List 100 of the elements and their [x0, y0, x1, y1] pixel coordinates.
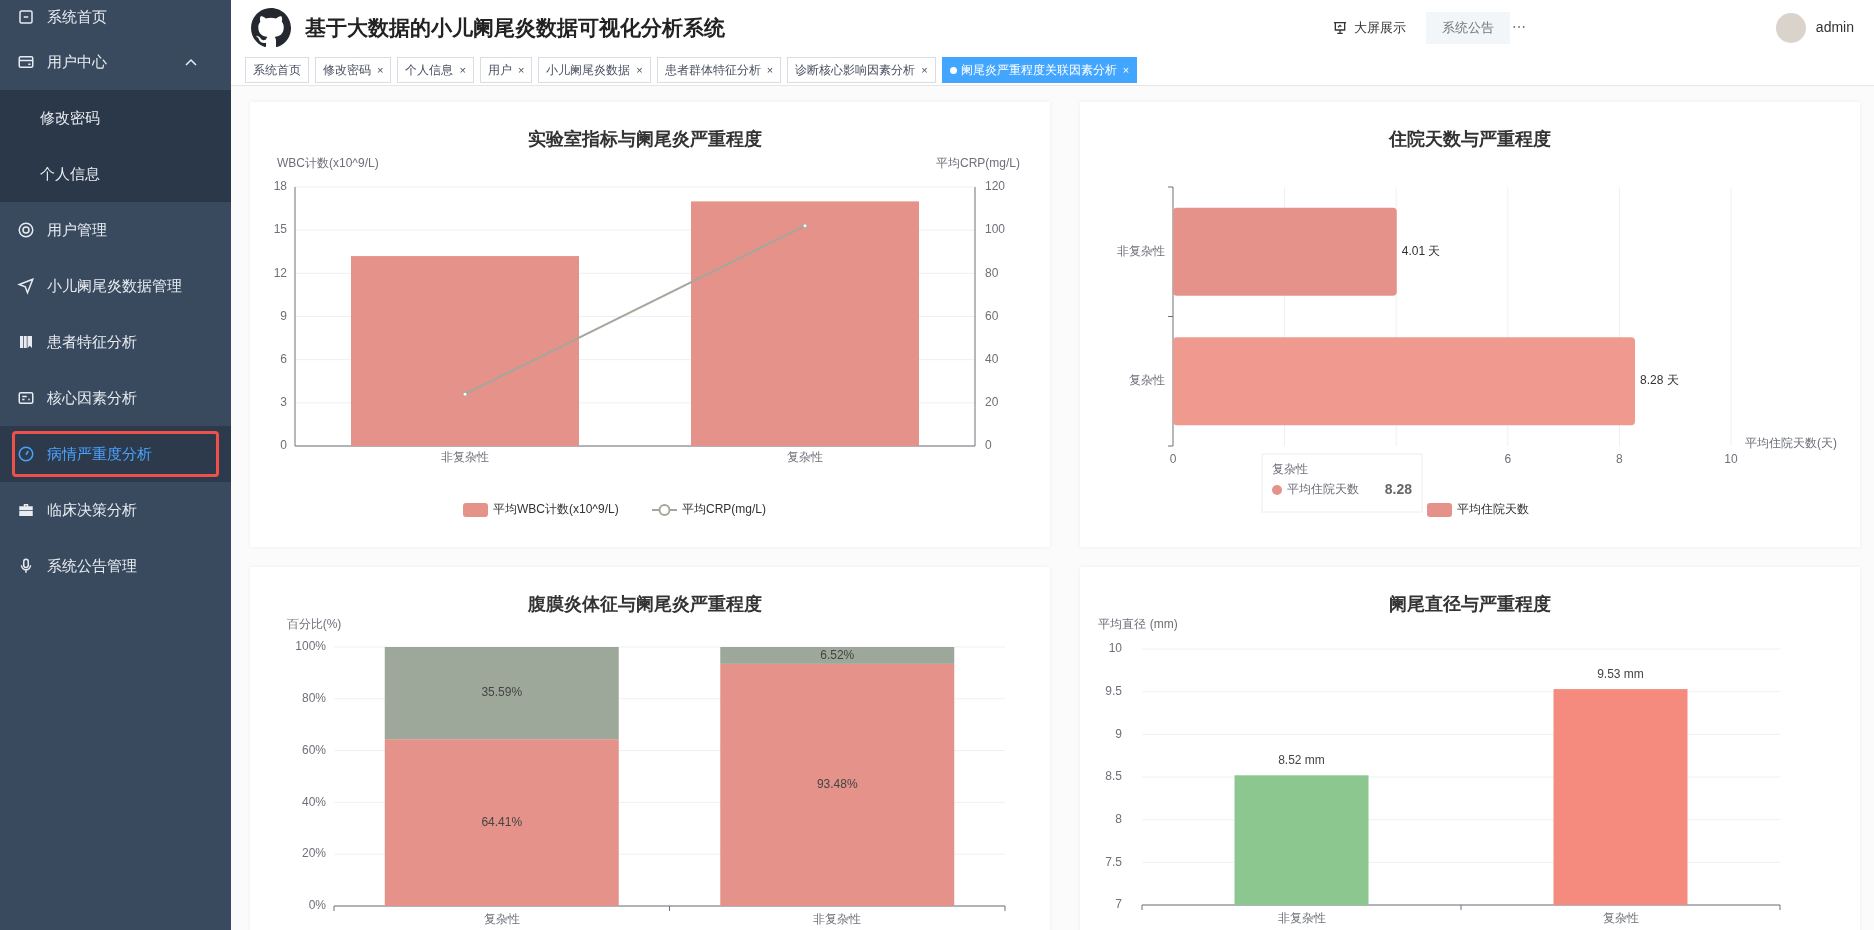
close-icon[interactable]: ×: [377, 61, 384, 79]
axis-tick-label: 60%: [301, 742, 326, 757]
page-tab[interactable]: 患者群体特征分析 ×: [656, 57, 782, 83]
more-button[interactable]: ⋯: [1511, 17, 1526, 38]
selection-highlight-frame: 临床决策分析: [12, 487, 219, 533]
presentation-icon: [1331, 19, 1348, 36]
page-tab[interactable]: 小儿阑尾炎数据 ×: [538, 57, 651, 83]
selection-highlight-frame: 系统公告管理: [12, 543, 219, 589]
briefcase-icon: [17, 501, 35, 519]
selection-highlight-frame: 核心因素分析: [12, 375, 219, 421]
axis-tick-label: 10: [1724, 452, 1738, 467]
axis-tick-label: 9.5: [1105, 683, 1122, 698]
tab-label: 阑尾炎严重程度关联因素分析: [960, 62, 1117, 79]
legend-label: 平均CRP(mg/L): [682, 502, 767, 517]
data-label: 93.48%: [816, 777, 858, 792]
axis-tick-label: 7.5: [1105, 854, 1122, 869]
submenu-item[interactable]: 个人信息: [0, 146, 231, 202]
axis-tick-label: 12: [273, 265, 287, 280]
axis-tick-label: 8.5: [1105, 769, 1122, 784]
legend-item[interactable]: 平均住院天数: [1427, 502, 1529, 517]
page-tab[interactable]: 修改密码 ×: [315, 57, 392, 83]
axis-tick-label: 18: [273, 179, 287, 194]
axis-tick-label: 0%: [308, 898, 326, 913]
axis-category-label: 复杂性: [1602, 911, 1639, 926]
axis-title: 百分比(%): [286, 617, 342, 632]
tooltip-title: 复杂性: [1272, 462, 1308, 477]
app-title: 基于大数据的小儿阑尾炎数据可视化分析系统: [305, 14, 725, 41]
gauge-icon: [17, 445, 35, 463]
axis-title: 平均直径 (mm): [1098, 617, 1178, 632]
axis-tick-label: 9: [280, 308, 287, 323]
axis-tick-label: 100%: [295, 639, 326, 654]
close-icon[interactable]: ×: [921, 61, 928, 79]
axis-tick-label: 3: [280, 395, 287, 409]
id-card-icon: [17, 389, 35, 407]
legend-label: 平均WBC计数(x10^9/L): [493, 502, 619, 517]
sidebar-item[interactable]: 患者特征分析: [0, 314, 231, 370]
submenu-item[interactable]: 修改密码: [0, 90, 231, 146]
selection-highlight-frame: 病情严重度分析: [12, 431, 219, 477]
sidebar-item[interactable]: 病情严重度分析: [0, 426, 231, 482]
axis-tick-label: 120: [985, 179, 1006, 194]
page-tab[interactable]: 用户 ×: [479, 57, 533, 83]
tab-label: 修改密码: [323, 62, 371, 79]
book-icon: [17, 333, 35, 351]
legend-item[interactable]: 平均CRP(mg/L): [651, 502, 766, 517]
close-icon[interactable]: ×: [766, 61, 774, 79]
axis-title: 平均住院天数(天): [1745, 436, 1837, 451]
axis-title: WBC计数(x10^9/L): [277, 156, 379, 171]
axis-tick-label: 80%: [301, 690, 326, 705]
page-tab[interactable]: 诊断核心影响因素分析 ×: [787, 57, 936, 83]
wallet-icon: [17, 53, 35, 71]
legend-item[interactable]: 平均WBC计数(x10^9/L): [463, 502, 619, 517]
tab-label: 个人信息: [405, 62, 454, 79]
axis-category-label: 复杂性: [1129, 373, 1165, 388]
chart-title: 住院天数与严重程度: [1389, 128, 1551, 149]
axis-tick-label: 8: [1616, 452, 1623, 467]
data-label: 9.53 mm: [1597, 667, 1644, 682]
axis-tick-label: 9: [1115, 726, 1122, 741]
axis-tick-label: 10: [1108, 641, 1122, 656]
selection-highlight-frame: 用户中心: [12, 39, 219, 85]
chart-title: 腹膜炎体征与阑尾炎严重程度: [528, 593, 762, 614]
axis-category-label: 非复杂性: [1117, 243, 1165, 258]
legend-label: 平均住院天数: [1457, 502, 1529, 517]
tab-label: 诊断核心影响因素分析: [795, 62, 916, 79]
close-icon[interactable]: ×: [636, 61, 643, 79]
close-icon[interactable]: ×: [459, 61, 466, 79]
lifebuoy-icon: [17, 221, 35, 239]
notice-button[interactable]: 系统公告: [1425, 11, 1510, 44]
sidebar-item[interactable]: 小儿阑尾炎数据管理: [0, 258, 231, 314]
axis-tick-label: 7: [1115, 897, 1122, 912]
chart-title: 阑尾直径与严重程度: [1389, 593, 1551, 614]
selection-highlight-frame: 小儿阑尾炎数据管理: [12, 263, 219, 309]
tooltip-value: 8.28: [1384, 480, 1412, 497]
sidebar-item[interactable]: 用户管理: [0, 202, 231, 258]
axis-tick-label: 15: [273, 222, 287, 237]
data-label: 64.41%: [481, 814, 523, 829]
chart-title: 实验室指标与阑尾炎严重程度: [528, 128, 762, 149]
sidebar-item[interactable]: 系统公告管理: [0, 538, 231, 594]
home-icon: [17, 8, 35, 26]
axis-category-label: 非复杂性: [441, 450, 489, 465]
tooltip-series-name: 平均住院天数: [1287, 482, 1359, 497]
close-icon[interactable]: ×: [517, 61, 525, 79]
axis-tick-label: 60: [985, 308, 999, 323]
data-label: 8.28 天: [1640, 373, 1679, 388]
axis-tick-label: 6: [1504, 452, 1512, 467]
tab-label: 系统首页: [253, 62, 301, 79]
tab-label: 用户: [487, 62, 512, 79]
axis-tick-label: 80: [985, 265, 999, 280]
axis-category-label: 非复杂性: [813, 912, 862, 927]
axis-tick-label: 0: [1169, 452, 1177, 467]
sidebar-item[interactable]: 临床决策分析: [0, 482, 231, 538]
screen-link[interactable]: 大屏展示: [1331, 17, 1406, 38]
axis-tick-label: 20%: [301, 846, 326, 861]
axis-title: 平均CRP(mg/L): [936, 156, 1020, 171]
selection-highlight-frame: 用户管理: [12, 207, 219, 253]
user-name[interactable]: admin: [1815, 17, 1854, 38]
axis-tick-label: 6: [280, 351, 287, 366]
data-label: 4.01 天: [1401, 243, 1441, 258]
page-tab[interactable]: 系统首页: [245, 57, 309, 83]
sidebar-item[interactable]: 核心因素分析: [0, 370, 231, 426]
page-tab[interactable]: 个人信息 ×: [397, 57, 474, 83]
